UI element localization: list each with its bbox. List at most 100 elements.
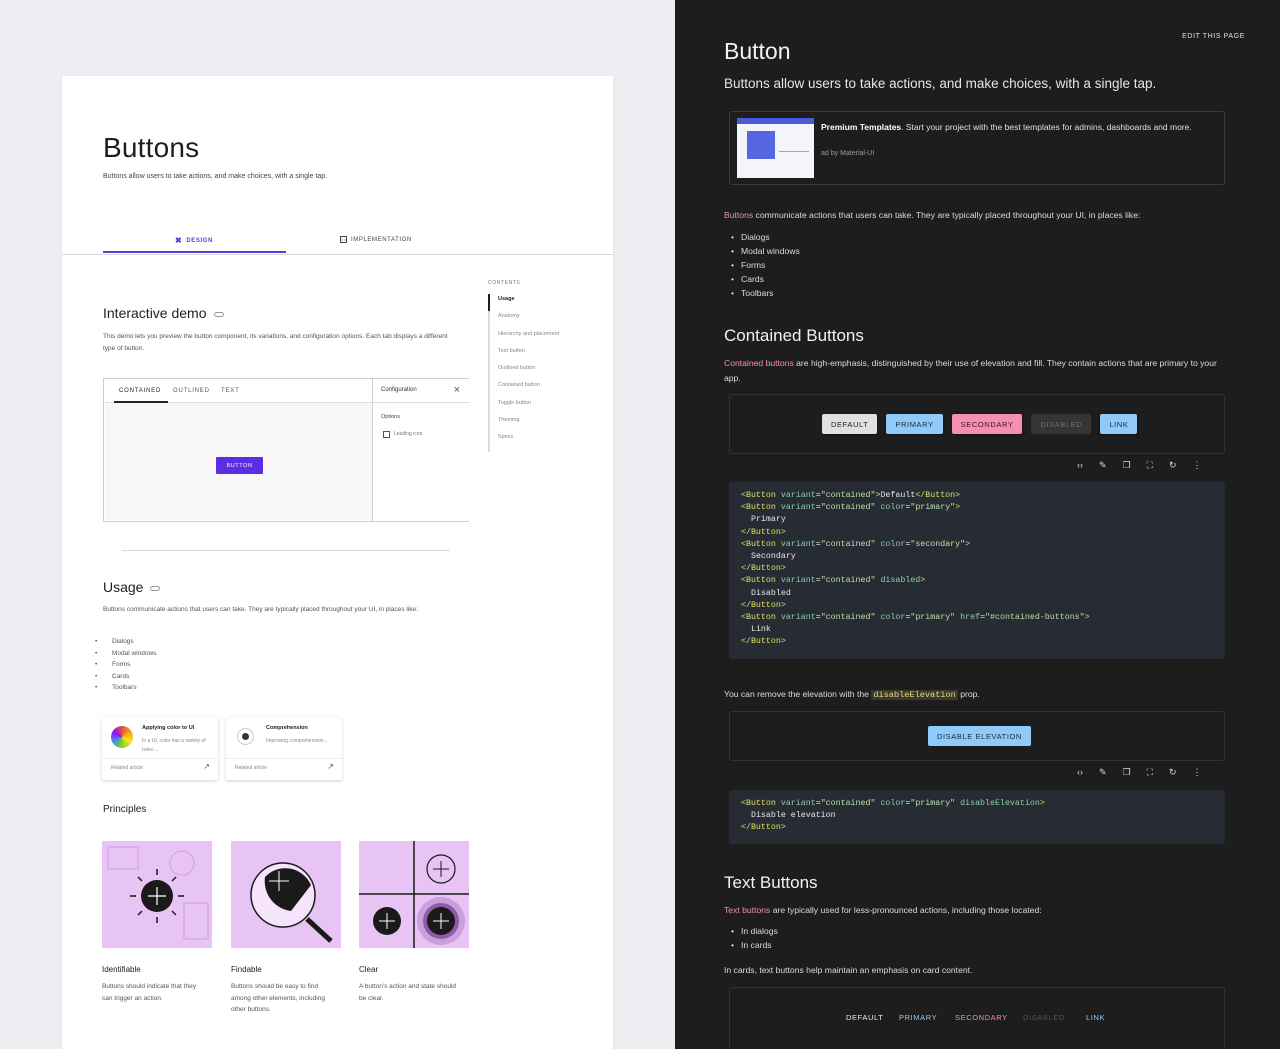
list-item: Toolbars	[731, 288, 800, 302]
findable-illustration	[250, 862, 333, 943]
interactive-demo-heading-text: Interactive demo	[103, 305, 207, 321]
link-icon[interactable]	[150, 585, 161, 591]
demo-tabs: CONTAINED OUTLINED TEXT	[105, 380, 372, 403]
demo-toolbar: ‹› ✎ ❐ ⛶ ↻ ⋮	[1077, 460, 1201, 471]
comprehension-icon	[237, 728, 254, 745]
link-button[interactable]: LINK	[1100, 414, 1138, 434]
demo-tab-text[interactable]: TEXT	[221, 388, 240, 394]
demo-toolbar: ‹› ✎ ❐ ⛶ ↻ ⋮	[1077, 767, 1201, 778]
demo-button[interactable]: BUTTON	[216, 457, 263, 474]
article-card-comprehension[interactable]: Comprehension Improving comprehension...…	[226, 717, 342, 780]
more-icon[interactable]: ⋮	[1192, 767, 1201, 778]
clear-illustration	[359, 841, 469, 948]
toc-item-text-button[interactable]: Text button	[498, 348, 559, 365]
principle-desc: A button's action and state should be cl…	[359, 983, 457, 1002]
edit-page-link[interactable]: EDIT THIS PAGE	[1182, 33, 1245, 40]
leading-icon-checkbox[interactable]	[383, 431, 390, 438]
toc-item-theming[interactable]: Theming	[498, 417, 559, 434]
toc-item-anatomy[interactable]: Anatomy	[498, 313, 559, 330]
article-desc: Improving comprehension...	[266, 738, 328, 744]
refresh-icon[interactable]: ↻	[1169, 767, 1177, 778]
interactive-demo-heading: Interactive demo	[103, 305, 224, 321]
page-title: Buttons	[103, 132, 200, 163]
tab-implementation-label: IMPLEMENTATION	[351, 236, 412, 243]
list-item: Forms	[731, 260, 800, 274]
code-text: Secondary	[750, 552, 796, 562]
more-icon[interactable]: ⋮	[1192, 460, 1201, 471]
usage-heading: Usage	[103, 579, 161, 595]
toc-active-indicator	[488, 294, 490, 311]
contained-button-row: DEFAULT PRIMARY SECONDARY DISABLED LINK	[822, 414, 1138, 434]
leading-icon-label: Leading icon	[394, 431, 423, 437]
ad-thumbnail	[737, 118, 814, 178]
code-box-icon: <>	[340, 236, 347, 243]
list-item: Cards	[731, 274, 800, 288]
primary-button[interactable]: PRIMARY	[886, 414, 943, 434]
intro-list: Dialogs Modal windows Forms Cards Toolba…	[731, 232, 800, 302]
elevation-text: You can remove the elevation with the	[724, 689, 872, 699]
refresh-icon[interactable]: ↻	[1169, 460, 1177, 471]
toc-item-usage[interactable]: Usage	[498, 296, 559, 313]
disable-elevation-button[interactable]: DISABLE ELEVATION	[928, 726, 1031, 746]
code-text: Default	[880, 491, 916, 500]
list-item: In cards	[731, 940, 778, 954]
code-icon[interactable]: ‹›	[1077, 767, 1083, 778]
edit-icon[interactable]: ✎	[1099, 767, 1107, 778]
contained-demo: DEFAULT PRIMARY SECONDARY DISABLED LINK	[729, 394, 1225, 454]
close-icon[interactable]: ×	[454, 384, 460, 396]
text-primary-button[interactable]: PRIMARY	[899, 1013, 937, 1022]
text-buttons-heading: Text Buttons	[724, 873, 818, 892]
list-item: Dialogs	[731, 232, 800, 246]
principle-desc: Buttons should be easy to find among oth…	[231, 983, 325, 1013]
configuration-panel: Configuration × Options Leading icon	[372, 379, 470, 521]
demo-tab-contained[interactable]: CONTAINED	[119, 388, 161, 394]
text-buttons-link[interactable]: Text buttons	[724, 905, 770, 915]
text-secondary-button[interactable]: SECONDARY	[955, 1013, 1008, 1022]
principle-desc: Buttons should indicate that they can tr…	[102, 983, 196, 1002]
secondary-button[interactable]: SECONDARY	[951, 414, 1023, 434]
text-link-button[interactable]: LINK	[1086, 1013, 1105, 1022]
toc-item-outlined-button[interactable]: Outlined button	[498, 365, 559, 382]
ad-body: . Start your project with the best templ…	[901, 122, 1192, 132]
implementation-page: EDIT THIS PAGE Button Buttons allow user…	[675, 0, 1280, 1049]
elevation-text-end: prop.	[957, 689, 980, 699]
list-item: Cards	[95, 673, 156, 685]
text-buttons-text: are typically used for less-pronounced a…	[770, 905, 1042, 915]
principle-title: Clear	[359, 965, 379, 974]
article-title: Comprehension	[266, 725, 308, 731]
toc-item-contained-button[interactable]: Contained button	[498, 382, 559, 399]
usage-heading-text: Usage	[103, 579, 144, 595]
link-icon[interactable]	[213, 311, 224, 317]
buttons-link[interactable]: Buttons	[724, 210, 753, 220]
fullscreen-icon[interactable]: ⛶	[1147, 460, 1153, 471]
copy-icon[interactable]: ❐	[1123, 767, 1131, 778]
contents-label: CONTENTS	[488, 280, 521, 286]
code-string: "contained"	[820, 613, 876, 623]
code-string: "primary"	[910, 799, 956, 808]
text-buttons-demo: DEFAULT PRIMARY SECONDARY DISABLED LINK	[729, 987, 1225, 1049]
ad-bold: Premium Templates	[821, 122, 902, 132]
tab-design[interactable]: ✖ DESIGN	[175, 236, 213, 245]
text-default-button[interactable]: DEFAULT	[846, 1013, 883, 1022]
article-footer: Related article	[111, 765, 143, 771]
toc-item-toggle-button[interactable]: Toggle button	[498, 400, 559, 417]
demo-preview: CONTAINED OUTLINED TEXT BUTTON	[105, 380, 372, 520]
contained-text: are high-emphasis, distinguished by thei…	[724, 358, 1217, 383]
article-card-color[interactable]: Applying color to UI In a UI, color has …	[102, 717, 218, 780]
usage-list: Dialogs Modal windows Forms Cards Toolba…	[95, 638, 157, 696]
toc-item-specs[interactable]: Specs	[498, 434, 559, 451]
code-icon[interactable]: ‹›	[1077, 460, 1083, 471]
ad-text: Premium Templates. Start your project wi…	[821, 120, 1216, 134]
default-button[interactable]: DEFAULT	[822, 414, 878, 434]
section-divider	[122, 550, 450, 551]
tab-implementation[interactable]: <> IMPLEMENTATION	[340, 236, 412, 243]
divider	[102, 758, 218, 759]
copy-icon[interactable]: ❐	[1123, 460, 1131, 471]
code-text: Primary	[750, 515, 786, 525]
contained-buttons-link[interactable]: Contained buttons	[724, 358, 794, 368]
ad-banner[interactable]: Premium Templates. Start your project wi…	[729, 111, 1225, 185]
edit-icon[interactable]: ✎	[1099, 460, 1107, 471]
toc-item-hierarchy[interactable]: Hierarchy and placement	[498, 331, 559, 348]
fullscreen-icon[interactable]: ⛶	[1147, 767, 1153, 778]
demo-tab-outlined[interactable]: OUTLINED	[173, 388, 210, 394]
